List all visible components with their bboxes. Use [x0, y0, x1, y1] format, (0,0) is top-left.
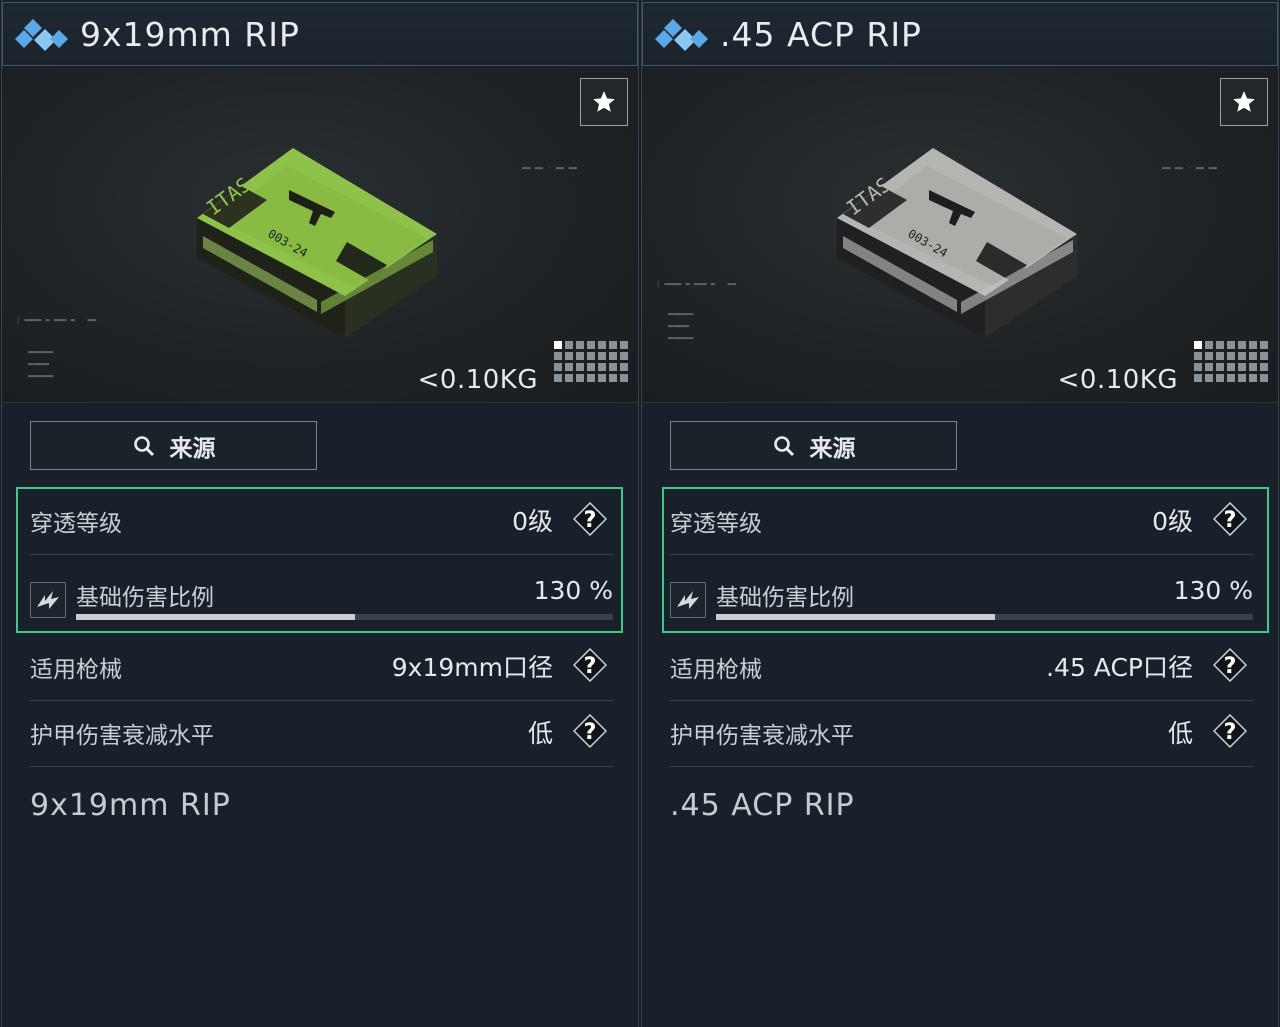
weapon-label: 适用枪械: [670, 657, 762, 683]
svg-text:?: ?: [584, 720, 597, 745]
penetration-row: 穿透等级 0级 ?: [670, 490, 1253, 554]
search-icon: [773, 435, 794, 456]
divider: [670, 554, 1253, 555]
svg-text:?: ?: [584, 654, 597, 679]
damage-icon: [670, 582, 706, 618]
source-button[interactable]: 来源: [30, 421, 317, 470]
divider: [30, 700, 613, 701]
inventory-grid-icon: [554, 341, 628, 382]
divider: [670, 700, 1253, 701]
diamond-cluster-icon: [655, 19, 708, 51]
armor-falloff-value: 低: [1167, 719, 1193, 748]
armor-falloff-row: 护甲伤害衰减水平 低 ?: [670, 702, 1253, 766]
source-button-label: 来源: [169, 435, 216, 462]
item-weight: <0.10KG: [417, 365, 538, 395]
penetration-label: 穿透等级: [670, 511, 762, 537]
penetration-row: 穿透等级 0级 ?: [30, 490, 613, 554]
base-damage-bar-fill: [76, 614, 356, 620]
base-damage-label: 基础伤害比例: [716, 585, 854, 611]
favorite-button[interactable]: [580, 78, 628, 126]
item-panel-left: 9x19mm RIP ▬▬ ▬▬ · ▬▬ ▬▬ | ▬▬▬▬ ▬ ▬▬▬ ▬ …: [1, 0, 639, 1027]
svg-text:?: ?: [1224, 720, 1237, 745]
star-icon: [593, 91, 615, 112]
favorite-button[interactable]: [1220, 78, 1268, 126]
base-damage-bar: [716, 614, 1253, 620]
base-damage-bar: [76, 614, 613, 620]
base-damage-row: 基础伤害比例 130 %: [670, 556, 1253, 620]
armor-falloff-row: 护甲伤害衰减水平 低 ?: [30, 702, 613, 766]
item-header: 9x19mm RIP: [2, 2, 638, 66]
item-showcase: ▬▬ ▬▬ · ▬▬ ▬▬ | ▬▬▬▬ ▬ ▬▬▬ ▬ ▬▬ ▬▬▬▬▬▬ ▬▬…: [642, 68, 1278, 403]
question-diamond-icon[interactable]: ?: [1213, 502, 1247, 536]
weapon-row: 适用枪械 .45 ACP口径 ?: [670, 636, 1253, 700]
penetration-value: 0级: [1152, 507, 1193, 536]
ammo-box-image: ITAS 003-24: [837, 148, 1077, 338]
question-diamond-icon[interactable]: ?: [573, 714, 607, 748]
weapon-value: .45 ACP口径: [1046, 653, 1193, 682]
penetration-label: 穿透等级: [30, 511, 122, 537]
item-title: .45 ACP RIP: [720, 15, 922, 54]
diamond-cluster-icon: [15, 19, 68, 51]
divider: [30, 554, 613, 555]
base-damage-value: 130 %: [1173, 576, 1253, 605]
base-damage-label: 基础伤害比例: [76, 585, 214, 611]
item-showcase: ▬▬ ▬▬ · ▬▬ ▬▬ | ▬▬▬▬ ▬ ▬▬▬ ▬ ▬▬ ▬▬▬▬▬▬ ▬▬…: [2, 68, 638, 403]
question-diamond-icon[interactable]: ?: [1213, 714, 1247, 748]
weapon-label: 适用枪械: [30, 657, 122, 683]
source-button[interactable]: 来源: [670, 421, 957, 470]
divider: [30, 766, 613, 767]
star-icon: [1233, 91, 1255, 112]
svg-text:?: ?: [584, 508, 597, 533]
penetration-value: 0级: [512, 507, 553, 536]
ammo-box-image: ITAS 003-24: [197, 148, 437, 338]
svg-text:?: ?: [1224, 654, 1237, 679]
item-weight: <0.10KG: [1057, 365, 1178, 395]
item-description: .45 ACP RIP: [670, 788, 855, 823]
svg-text:?: ?: [1224, 508, 1237, 533]
item-header: .45 ACP RIP: [642, 2, 1278, 66]
base-damage-value: 130 %: [533, 576, 613, 605]
armor-falloff-value: 低: [527, 719, 553, 748]
damage-icon: [30, 582, 66, 618]
armor-falloff-label: 护甲伤害衰减水平: [30, 723, 214, 749]
question-diamond-icon[interactable]: ?: [1213, 648, 1247, 682]
inventory-grid-icon: [1194, 341, 1268, 382]
question-diamond-icon[interactable]: ?: [573, 502, 607, 536]
base-damage-bar-fill: [716, 614, 996, 620]
item-description: 9x19mm RIP: [30, 788, 231, 823]
search-icon: [133, 435, 154, 456]
divider: [670, 766, 1253, 767]
question-diamond-icon[interactable]: ?: [573, 648, 607, 682]
source-button-label: 来源: [809, 435, 856, 462]
item-panel-right: .45 ACP RIP ▬▬ ▬▬ · ▬▬ ▬▬ | ▬▬▬▬ ▬ ▬▬▬ ▬…: [641, 0, 1279, 1027]
weapon-value: 9x19mm口径: [391, 653, 553, 682]
weapon-row: 适用枪械 9x19mm口径 ?: [30, 636, 613, 700]
item-title: 9x19mm RIP: [80, 15, 300, 54]
armor-falloff-label: 护甲伤害衰减水平: [670, 723, 854, 749]
base-damage-row: 基础伤害比例 130 %: [30, 556, 613, 620]
